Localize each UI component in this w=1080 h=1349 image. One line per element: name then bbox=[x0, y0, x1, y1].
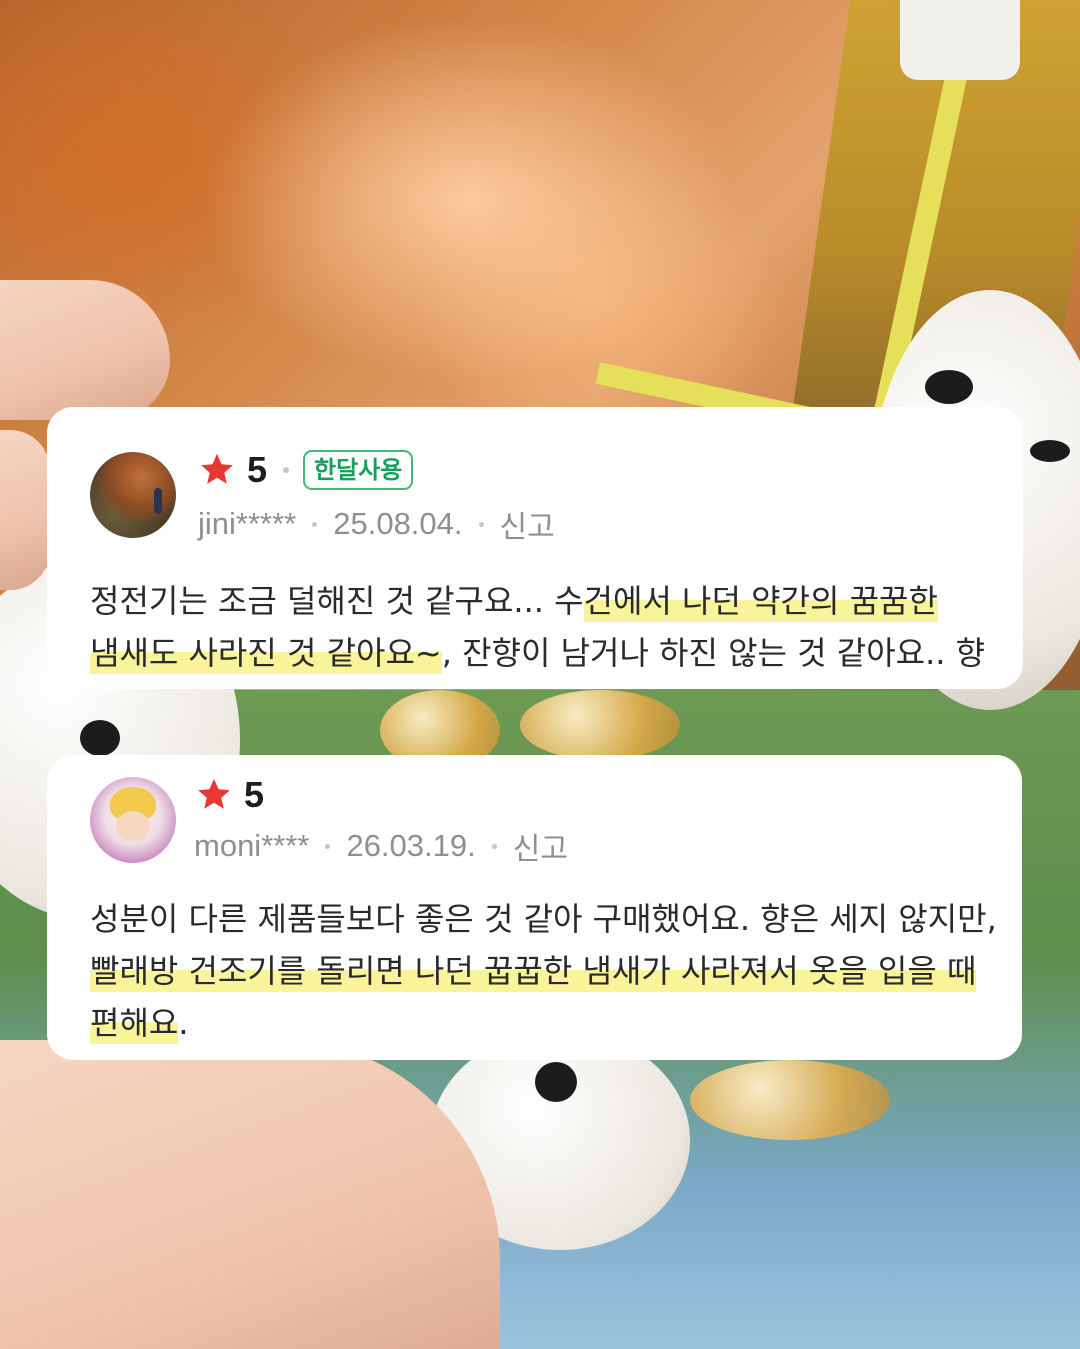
review-text-highlight: 빨래방 건조기를 돌리면 나던 꿉꿉한 냄새가 사라져서 옷을 입을 때 bbox=[90, 945, 977, 997]
plush-eye bbox=[1030, 440, 1070, 462]
review-line: 냄새도 사라진 것 같아요~, 잔향이 남거나 하진 않는 것 같아요.. 향 bbox=[90, 627, 1007, 679]
review-text-highlight: 건에서 나던 약간의 꿈꿈한 bbox=[583, 575, 938, 627]
plush-eye bbox=[535, 1062, 577, 1102]
plush-eye bbox=[925, 370, 973, 404]
review-text: 정전기는 조금 덜해진 것 같구요... 수 건에서 나던 약간의 꿈꿈한 냄새도… bbox=[90, 575, 1007, 679]
separator-dot bbox=[478, 521, 484, 527]
star-icon bbox=[198, 778, 230, 809]
report-link[interactable]: 신고 bbox=[500, 502, 555, 546]
review-card: 5 한달사용 jini***** 25.08.04. 신고 정전기는 조금 덜해… bbox=[47, 407, 1023, 689]
review-text-plain: 성분이 다른 제품들보다 좋은 것 같아 구매했어요. 향은 세지 않지만, bbox=[90, 900, 997, 938]
pod bbox=[520, 690, 680, 760]
review-date: 26.03.19. bbox=[346, 828, 476, 863]
review-card: 5 moni**** 26.03.19. 신고 성분이 다른 제품들보다 좋은 … bbox=[47, 755, 1022, 1060]
review-text-plain: 정전기는 조금 덜해진 것 같구요... 수 bbox=[90, 582, 584, 620]
avatar bbox=[90, 452, 176, 538]
review-text-rest: . bbox=[178, 1004, 189, 1042]
review-text-rest: , 잔향이 남거나 하진 않는 것 같아요.. 향 bbox=[441, 634, 986, 672]
separator-dot bbox=[283, 467, 290, 473]
separator-dot bbox=[491, 843, 497, 849]
usage-badge: 한달사용 bbox=[303, 450, 414, 490]
username: jini***** bbox=[198, 506, 297, 541]
rating-value: 5 bbox=[247, 449, 268, 490]
report-link[interactable]: 신고 bbox=[513, 824, 568, 868]
review-line: 정전기는 조금 덜해진 것 같구요... 수 건에서 나던 약간의 꿈꿈한 bbox=[90, 575, 1007, 627]
review-text-highlight: 편해요 bbox=[90, 997, 179, 1049]
plush-eye bbox=[80, 720, 120, 756]
review-meta: jini***** 25.08.04. 신고 bbox=[198, 502, 555, 546]
review-text-highlight: 냄새도 사라진 것 같아요~ bbox=[90, 627, 442, 679]
rating-row: 5 한달사용 bbox=[197, 449, 414, 490]
review-line: 성분이 다른 제품들보다 좋은 것 같아 구매했어요. 향은 세지 않지만, bbox=[90, 893, 1006, 945]
rating-row: 5 bbox=[194, 775, 264, 815]
hand-top bbox=[0, 280, 170, 420]
review-line: 편해요. bbox=[90, 997, 1006, 1049]
review-text: 성분이 다른 제품들보다 좋은 것 같아 구매했어요. 향은 세지 않지만, 빨… bbox=[90, 893, 1006, 1049]
star-icon bbox=[201, 453, 233, 484]
rating-value: 5 bbox=[244, 774, 265, 815]
review-meta: moni**** 26.03.19. 신고 bbox=[194, 824, 568, 868]
username: moni**** bbox=[194, 828, 310, 863]
review-date: 25.08.04. bbox=[333, 506, 463, 541]
pod bbox=[690, 1060, 890, 1140]
white-box bbox=[900, 0, 1020, 80]
avatar bbox=[90, 777, 176, 863]
separator-dot bbox=[325, 843, 331, 849]
hand-top-fingers bbox=[0, 430, 50, 590]
review-line: 빨래방 건조기를 돌리면 나던 꿉꿉한 냄새가 사라져서 옷을 입을 때 bbox=[90, 945, 1006, 997]
separator-dot bbox=[312, 521, 318, 527]
